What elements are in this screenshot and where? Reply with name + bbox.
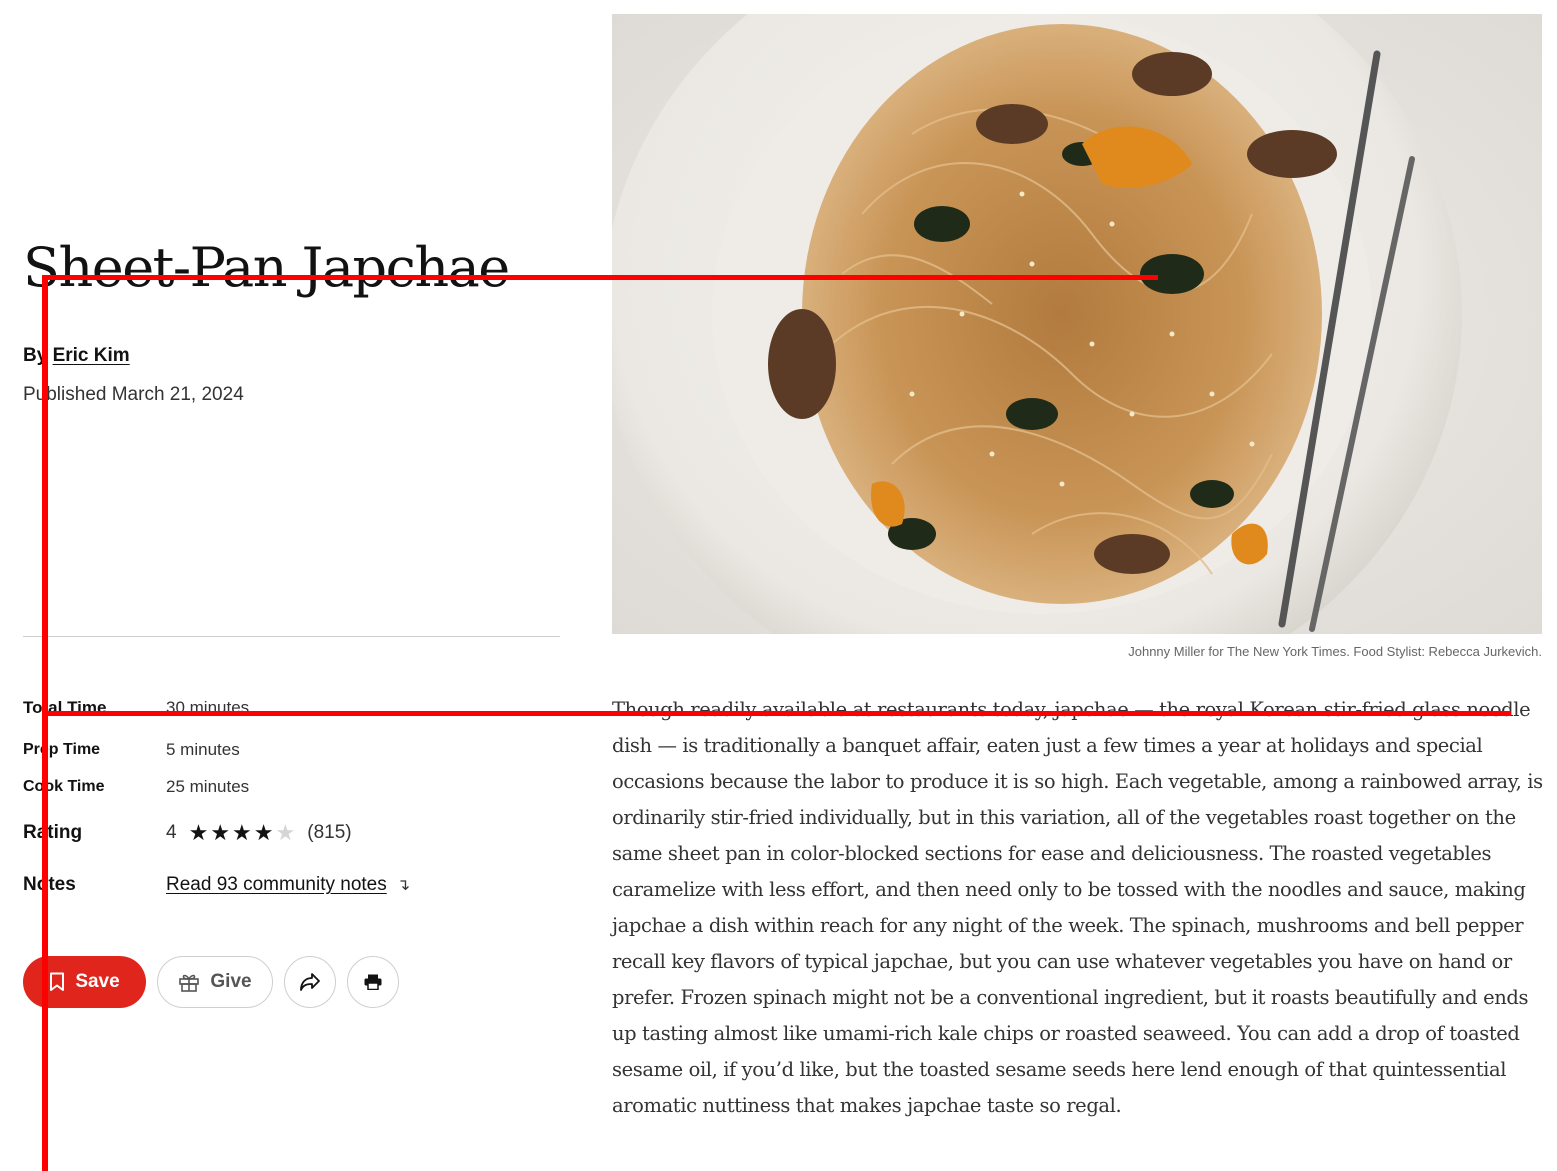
star-filled-icon[interactable]: ★ bbox=[210, 822, 230, 844]
bookmark-icon bbox=[50, 972, 65, 991]
cook-time-row: Cook Time 25 minutes bbox=[23, 777, 249, 797]
arrow-down-icon: ↴ bbox=[396, 877, 411, 894]
rating-value-group[interactable]: 4 ★ ★ ★ ★ ★ (815) bbox=[166, 822, 352, 844]
share-icon bbox=[300, 973, 320, 991]
prep-time-value: 5 minutes bbox=[166, 740, 240, 759]
rating-row: Rating 4 ★ ★ ★ ★ ★ (815) bbox=[23, 822, 352, 844]
recipe-title: Sheet-Pan Japchae bbox=[23, 236, 510, 299]
author-link[interactable]: Eric Kim bbox=[53, 345, 130, 366]
rating-number: 4 bbox=[166, 822, 177, 843]
recipe-photo bbox=[612, 14, 1542, 634]
share-button[interactable] bbox=[284, 956, 336, 1008]
byline: By Eric Kim bbox=[23, 345, 130, 367]
japchae-dish-image bbox=[612, 14, 1542, 634]
star-filled-icon[interactable]: ★ bbox=[232, 822, 252, 844]
star-filled-icon[interactable]: ★ bbox=[189, 822, 209, 844]
recipe-intro: Though readily available at restaurants … bbox=[612, 698, 1543, 1117]
prep-time-row: Prep Time 5 minutes bbox=[23, 740, 240, 760]
star-filled-icon[interactable]: ★ bbox=[254, 822, 274, 844]
action-buttons: Save Give bbox=[23, 956, 399, 1008]
community-notes-link[interactable]: Read 93 community notes bbox=[166, 874, 387, 896]
give-button[interactable]: Give bbox=[157, 956, 273, 1008]
notes-row: Notes Read 93 community notes ↴ bbox=[23, 874, 410, 896]
give-button-label: Give bbox=[210, 971, 252, 992]
published-date: Published March 21, 2024 bbox=[23, 384, 244, 405]
print-button[interactable] bbox=[347, 956, 399, 1008]
cook-time-value: 25 minutes bbox=[166, 777, 250, 796]
save-button-label: Save bbox=[75, 971, 120, 992]
rating-count: (815) bbox=[307, 822, 352, 843]
rating-stars[interactable]: ★ ★ ★ ★ ★ bbox=[189, 822, 296, 844]
overlay-horizontal-line-mid bbox=[44, 711, 1511, 716]
printer-icon bbox=[364, 974, 382, 990]
overlay-vertical-line bbox=[42, 275, 48, 1171]
overlay-horizontal-line-top bbox=[44, 275, 1158, 280]
divider bbox=[23, 636, 560, 637]
notes-value: Read 93 community notes ↴ bbox=[166, 874, 410, 896]
photo-credit: Johnny Miller for The New York Times. Fo… bbox=[1128, 644, 1542, 659]
gift-icon bbox=[179, 974, 200, 992]
star-empty-icon[interactable]: ★ bbox=[276, 822, 296, 844]
